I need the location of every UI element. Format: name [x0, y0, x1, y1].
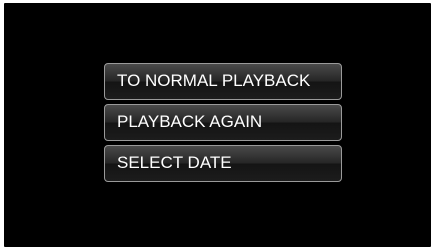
camera-screen: TO NORMAL PLAYBACK PLAYBACK AGAIN SELECT…: [4, 3, 431, 247]
select-date-button[interactable]: SELECT DATE: [104, 145, 342, 182]
to-normal-playback-button[interactable]: TO NORMAL PLAYBACK: [104, 63, 342, 100]
playback-again-button[interactable]: PLAYBACK AGAIN: [104, 104, 342, 141]
playback-menu: TO NORMAL PLAYBACK PLAYBACK AGAIN SELECT…: [104, 63, 346, 186]
